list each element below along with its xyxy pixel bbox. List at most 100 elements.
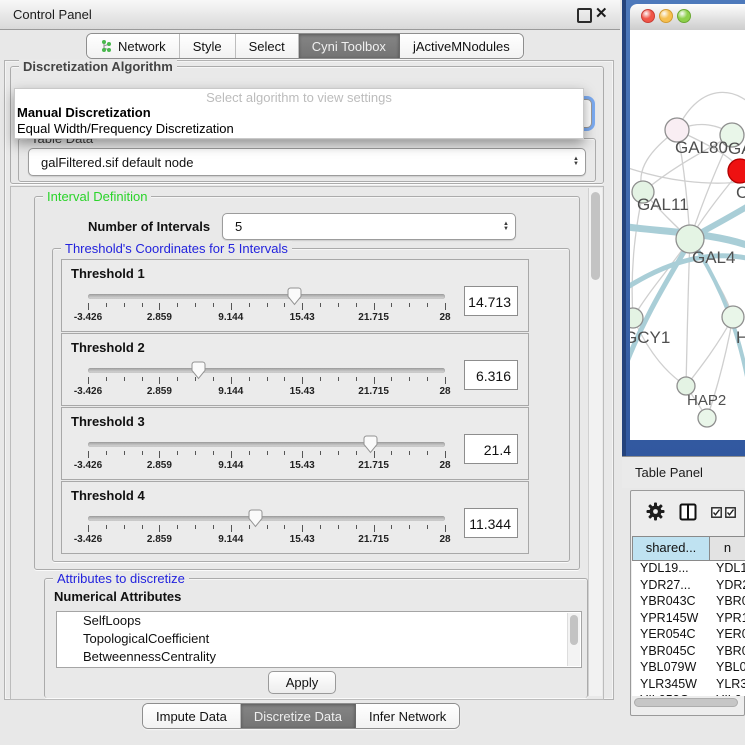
network-window-titlebar[interactable]: [630, 4, 745, 31]
tick-mark: [320, 303, 321, 307]
tick-mark: [177, 377, 178, 381]
slider-track[interactable]: [88, 516, 445, 521]
scrollbar-thumb[interactable]: [634, 698, 738, 707]
slider-thumb[interactable]: [248, 509, 263, 528]
column-header-n[interactable]: n: [710, 537, 745, 560]
threshold-value-field[interactable]: 6.316: [464, 360, 518, 390]
tick-mark: [249, 377, 250, 381]
tick-mark: [142, 451, 143, 455]
table-data-select[interactable]: galFiltered.sif default node ▲▼: [28, 148, 586, 176]
table-panel-header: Table Panel: [622, 456, 745, 488]
tab-network[interactable]: Network: [87, 34, 180, 58]
network-icon: [100, 39, 113, 53]
threshold-label: Threshold 2: [71, 340, 145, 355]
table-row[interactable]: YDR27...YDR2: [632, 578, 745, 595]
attribute-item-betweennesscentrality[interactable]: BetweennessCentrality: [57, 648, 581, 666]
tick-label: 2.859: [147, 460, 172, 471]
tick-mark: [231, 525, 232, 532]
top-tab-bar: NetworkStyleSelectCyni ToolboxjActiveMNo…: [86, 33, 524, 59]
number-of-intervals-select[interactable]: 5 ▲▼: [222, 213, 516, 240]
slider-track[interactable]: [88, 294, 445, 299]
tab-label: Infer Network: [369, 709, 446, 724]
tick-mark: [231, 451, 232, 458]
close-icon[interactable]: ✕: [595, 4, 608, 22]
checkbox-checked-icon[interactable]: [711, 505, 722, 523]
cell-name: YBL0: [710, 660, 745, 677]
slider-thumb[interactable]: [363, 435, 378, 454]
list-scrollbar[interactable]: [567, 613, 580, 666]
minimize-traffic-light-icon[interactable]: [659, 9, 673, 23]
tab-select[interactable]: Select: [236, 34, 299, 58]
tab-style[interactable]: Style: [180, 34, 236, 58]
zoom-traffic-light-icon[interactable]: [677, 9, 691, 23]
tick-label: 9.144: [218, 460, 243, 471]
threshold-value-field[interactable]: 11.344: [464, 508, 518, 538]
attribute-item-topologicalcoefficient[interactable]: TopologicalCoefficient: [57, 630, 581, 648]
cell-name: YDR2: [710, 578, 745, 595]
tab-infer-network[interactable]: Infer Network: [356, 704, 459, 728]
scrollbar-thumb[interactable]: [570, 615, 578, 645]
tab-cyni-toolbox[interactable]: Cyni Toolbox: [299, 34, 400, 58]
table-row[interactable]: YBL079WYBL0: [632, 660, 745, 677]
network-node[interactable]: [698, 409, 716, 427]
tick-mark: [320, 377, 321, 381]
split-columns-icon[interactable]: [679, 503, 697, 526]
tab-label: Impute Data: [156, 709, 227, 724]
numerical-attributes-list[interactable]: SelfLoopsTopologicalCoefficientBetweenne…: [56, 611, 582, 668]
control-panel-title: Control Panel: [13, 7, 92, 22]
column-header-shared-[interactable]: shared...: [632, 537, 710, 560]
apply-button[interactable]: Apply: [268, 671, 336, 694]
table-row[interactable]: YDL19...YDL1: [632, 561, 745, 578]
tab-jactivemnodules[interactable]: jActiveMNodules: [400, 34, 523, 58]
cell-shared-name: YDL19...: [632, 561, 710, 578]
vertical-scrollbar[interactable]: [588, 188, 602, 696]
network-canvas[interactable]: GAL80GACGAL11GAL4GCY1HHAP2: [630, 30, 745, 440]
tab-impute-data[interactable]: Impute Data: [143, 704, 241, 728]
cell-shared-name: YER054C: [632, 627, 710, 644]
thresholds-group: Threshold's Coordinates for 5 Intervals …: [52, 248, 570, 562]
close-traffic-light-icon[interactable]: [641, 9, 655, 23]
threshold-value-field[interactable]: 21.4: [464, 434, 518, 464]
horizontal-scrollbar[interactable]: [634, 698, 741, 707]
tick-mark: [284, 451, 285, 455]
tick-mark: [106, 377, 107, 381]
threshold-panel-2: Threshold 2-3.4262.8599.14415.4321.71528…: [61, 333, 529, 406]
tab-discretize-data[interactable]: Discretize Data: [241, 704, 356, 728]
algorithm-option-manual-discretization[interactable]: Manual Discretization: [15, 105, 583, 121]
tick-mark: [142, 377, 143, 381]
tick-label: 28: [439, 386, 450, 397]
table-data-select-value: galFiltered.sif default node: [29, 155, 567, 170]
slider-thumb[interactable]: [191, 361, 206, 380]
node-table[interactable]: shared...n YDL19...YDL1YDR27...YDR2YBR04…: [632, 536, 745, 696]
cell-name: YBR0: [710, 644, 745, 661]
network-node[interactable]: [722, 306, 744, 328]
table-row[interactable]: YBR045CYBR0: [632, 644, 745, 661]
table-row[interactable]: YIL052CYIL0: [632, 693, 745, 696]
slider-track[interactable]: [88, 368, 445, 373]
tick-mark: [302, 303, 303, 310]
scrollbar-thumb[interactable]: [591, 192, 600, 280]
tick-label: -3.426: [74, 312, 102, 323]
checkbox-checked-icon[interactable]: [725, 505, 736, 523]
table-row[interactable]: YBR043CYBR0: [632, 594, 745, 611]
attribute-item-selfloops[interactable]: SelfLoops: [57, 612, 581, 630]
table-row[interactable]: YER054CYER0: [632, 627, 745, 644]
slider-thumb[interactable]: [287, 287, 302, 306]
float-window-icon[interactable]: [577, 8, 592, 23]
tick-mark: [213, 377, 214, 381]
threshold-value-field[interactable]: 14.713: [464, 286, 518, 316]
algorithm-option-equal-width-frequency-discretization[interactable]: Equal Width/Frequency Discretization: [15, 121, 583, 137]
tick-mark: [338, 303, 339, 307]
cell-name: YLR3: [710, 677, 745, 694]
gear-icon[interactable]: [646, 502, 665, 526]
tick-mark: [249, 451, 250, 455]
table-row[interactable]: YPR145WYPR1: [632, 611, 745, 628]
tick-mark: [177, 525, 178, 529]
tick-label: 21.715: [358, 460, 389, 471]
control-panel-titlebar: Control Panel ✕: [0, 0, 620, 30]
slider-track[interactable]: [88, 442, 445, 447]
table-row[interactable]: YLR345WYLR3: [632, 677, 745, 694]
network-node[interactable]: [728, 159, 745, 183]
thresholds-group-legend: Threshold's Coordinates for 5 Intervals: [61, 241, 292, 256]
number-of-intervals-label: Number of Intervals: [88, 219, 210, 234]
